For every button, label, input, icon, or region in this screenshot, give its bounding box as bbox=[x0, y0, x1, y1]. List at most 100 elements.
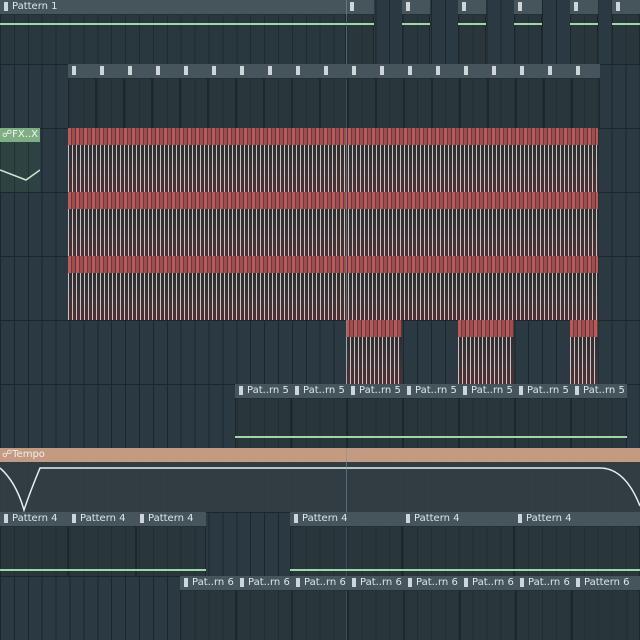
pattern-clip[interactable]: Pattern 4 bbox=[290, 512, 402, 576]
clip-preview-line bbox=[347, 436, 403, 438]
clip-preview-line bbox=[458, 23, 486, 25]
pattern-clip[interactable]: Pat..rn 5 bbox=[459, 384, 515, 448]
pattern-clip-icon bbox=[138, 514, 146, 523]
pattern-clip[interactable]: Pattern 4 bbox=[0, 512, 68, 576]
pattern-clip[interactable]: Pattern 4 bbox=[402, 512, 514, 576]
pattern-clip[interactable] bbox=[180, 64, 208, 128]
playlist-grid[interactable]: Pattern 1 ☍FX..X ☍Tempo Pat..rn 5 Pat..r… bbox=[0, 0, 640, 640]
clip-label: Pat..rn 6 bbox=[248, 577, 290, 588]
pattern-clip-icon bbox=[460, 2, 468, 11]
pattern-clip-icon bbox=[266, 66, 274, 75]
note-clip-band[interactable] bbox=[68, 192, 598, 256]
pattern-clip-icon bbox=[182, 66, 190, 75]
pattern-clip[interactable] bbox=[208, 64, 236, 128]
pattern-clip[interactable] bbox=[460, 64, 488, 128]
clip-label: Pattern 4 bbox=[80, 513, 126, 524]
pattern-clip[interactable] bbox=[236, 64, 264, 128]
track-divider bbox=[0, 320, 640, 321]
pattern-clip[interactable] bbox=[152, 64, 180, 128]
pattern-clip[interactable] bbox=[292, 64, 320, 128]
pattern-clip[interactable] bbox=[612, 0, 640, 64]
clip-label: Pattern 6 bbox=[584, 577, 630, 588]
pattern-clip[interactable]: Pat..rn 6 bbox=[460, 576, 516, 640]
pattern-clip[interactable] bbox=[346, 0, 374, 64]
pattern-clip[interactable]: Pattern 6 bbox=[572, 576, 640, 640]
pattern-clip[interactable]: Pat..rn 6 bbox=[348, 576, 404, 640]
clip-preview-line bbox=[571, 436, 627, 438]
pattern-clip[interactable] bbox=[348, 64, 376, 128]
clip-preview-line bbox=[402, 569, 514, 571]
pattern-clip-icon bbox=[210, 66, 218, 75]
note-clip-band[interactable] bbox=[570, 320, 598, 384]
pattern-clip[interactable]: Pat..rn 6 bbox=[516, 576, 572, 640]
pattern-clip[interactable] bbox=[68, 64, 96, 128]
clip-preview-line bbox=[460, 614, 516, 616]
clip-label: Pattern 4 bbox=[302, 513, 348, 524]
pattern-clip[interactable] bbox=[516, 64, 544, 128]
pattern-clip[interactable]: Pat..rn 6 bbox=[236, 576, 292, 640]
note-clip-band[interactable] bbox=[458, 320, 514, 384]
pattern-clip-icon bbox=[70, 514, 78, 523]
clip-preview-line bbox=[403, 436, 459, 438]
clip-label: Pat..rn 6 bbox=[192, 577, 234, 588]
pattern-clip[interactable]: Pat..rn 6 bbox=[292, 576, 348, 640]
clip-label: Pat..rn 6 bbox=[304, 577, 346, 588]
pattern-clip[interactable] bbox=[402, 0, 430, 64]
clip-preview-line bbox=[346, 23, 374, 25]
clip-label: Pat..rn 5 bbox=[247, 385, 289, 396]
pattern-clip[interactable] bbox=[124, 64, 152, 128]
note-clip-band[interactable] bbox=[68, 256, 598, 320]
pattern-clip[interactable]: Pattern 4 bbox=[68, 512, 136, 576]
pattern-clip-icon bbox=[293, 386, 301, 395]
clip-label: Pat..rn 5 bbox=[415, 385, 457, 396]
pattern-clip-icon bbox=[404, 514, 412, 523]
clip-label: Pat..rn 6 bbox=[416, 577, 458, 588]
pattern-clip-icon bbox=[614, 2, 622, 11]
pattern-clip[interactable]: Pattern 4 bbox=[514, 512, 640, 576]
clip-preview-line bbox=[459, 436, 515, 438]
pattern-clip-icon bbox=[2, 514, 10, 523]
pattern-clip-icon bbox=[572, 2, 580, 11]
pattern-clip[interactable]: Pattern 1 bbox=[0, 0, 346, 64]
pattern-clip-icon bbox=[462, 578, 470, 587]
pattern-clip[interactable] bbox=[570, 0, 598, 64]
pattern-clip[interactable]: Pattern 4 bbox=[136, 512, 206, 576]
pattern-clip[interactable] bbox=[320, 64, 348, 128]
pattern-clip[interactable]: Pat..rn 5 bbox=[347, 384, 403, 448]
pattern-clip-icon bbox=[516, 2, 524, 11]
pattern-clip[interactable] bbox=[432, 64, 460, 128]
pattern-clip[interactable] bbox=[544, 64, 572, 128]
clip-preview-line bbox=[68, 569, 136, 571]
clip-label: Pattern 4 bbox=[414, 513, 460, 524]
note-clip-band[interactable] bbox=[346, 320, 402, 384]
pattern-clip-icon bbox=[154, 66, 162, 75]
pattern-clip-icon bbox=[518, 578, 526, 587]
pattern-clip[interactable]: Pat..rn 6 bbox=[180, 576, 236, 640]
pattern-clip[interactable] bbox=[488, 64, 516, 128]
pattern-clip[interactable]: Pat..rn 6 bbox=[404, 576, 460, 640]
clip-preview-line bbox=[570, 23, 598, 25]
tempo-curve bbox=[0, 467, 640, 512]
pattern-clip[interactable] bbox=[572, 64, 600, 128]
clip-preview-line bbox=[516, 614, 572, 616]
pattern-clip-icon bbox=[294, 66, 302, 75]
pattern-clip[interactable] bbox=[376, 64, 404, 128]
clip-preview-line bbox=[514, 23, 542, 25]
pattern-clip[interactable]: Pat..rn 5 bbox=[515, 384, 571, 448]
note-clip-band[interactable] bbox=[68, 128, 598, 192]
pattern-clip[interactable] bbox=[458, 0, 486, 64]
pattern-clip-icon bbox=[574, 66, 582, 75]
pattern-clip[interactable] bbox=[96, 64, 124, 128]
pattern-clip[interactable]: Pat..rn 5 bbox=[403, 384, 459, 448]
pattern-clip[interactable]: Pat..rn 5 bbox=[235, 384, 291, 448]
pattern-clip[interactable]: Pat..rn 5 bbox=[291, 384, 347, 448]
clip-label: Pat..rn 6 bbox=[528, 577, 570, 588]
pattern-clip[interactable] bbox=[264, 64, 292, 128]
clip-label: Pat..rn 5 bbox=[303, 385, 345, 396]
pattern-clip[interactable]: Pat..rn 5 bbox=[571, 384, 627, 448]
pattern-clip[interactable] bbox=[514, 0, 542, 64]
tempo-automation-clip[interactable]: ☍Tempo bbox=[0, 448, 640, 512]
pattern-clip-icon bbox=[546, 66, 554, 75]
fx-automation-clip[interactable]: ☍FX..X bbox=[0, 128, 40, 192]
pattern-clip[interactable] bbox=[404, 64, 432, 128]
